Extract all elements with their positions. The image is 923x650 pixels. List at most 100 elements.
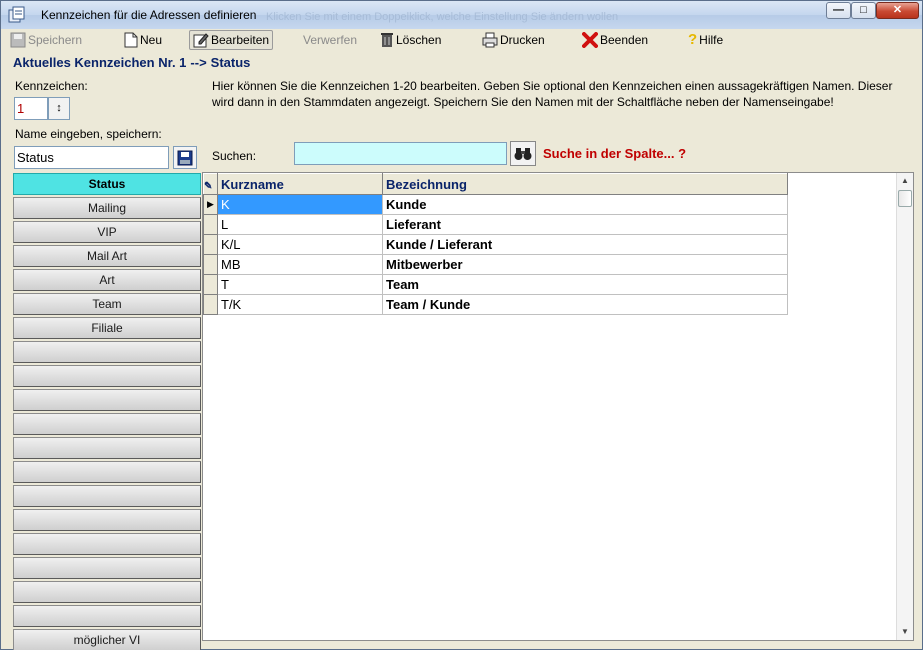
category-button[interactable]: [13, 509, 201, 531]
save-name-button[interactable]: [173, 146, 197, 169]
table-row[interactable]: T/K Team / Kunde: [203, 294, 788, 315]
cell-bezeichnung[interactable]: Team: [382, 274, 788, 295]
delete-label: Löschen: [396, 33, 442, 47]
close-button[interactable]: ✕: [876, 2, 919, 19]
save-toolbar-label: Speichern: [28, 33, 83, 47]
help-label: Hilfe: [699, 33, 724, 47]
printer-icon: [482, 32, 498, 48]
client-area: Speichern Neu Bearbeiten Verwerfen Lösch…: [5, 29, 918, 650]
category-button[interactable]: [13, 437, 201, 459]
app-icon: [8, 6, 25, 23]
category-button[interactable]: [13, 485, 201, 507]
close-icon: ✕: [892, 4, 903, 16]
category-button[interactable]: Status: [13, 173, 201, 195]
category-button[interactable]: VIP: [13, 221, 201, 243]
name-label: Name eingeben, speichern:: [15, 127, 162, 141]
current-row-pointer-icon[interactable]: ▶: [203, 194, 218, 215]
cell-bezeichnung[interactable]: Team / Kunde: [382, 294, 788, 315]
category-button[interactable]: [13, 581, 201, 603]
category-button[interactable]: [13, 557, 201, 579]
scroll-up-arrow-icon[interactable]: ▲: [897, 173, 913, 189]
data-grid: ✎ Kurzname Bezeichnung ▶ K Kunde L Lieferant…: [202, 172, 914, 641]
cell-kurzname[interactable]: K: [217, 194, 383, 215]
category-button[interactable]: Team: [13, 293, 201, 315]
column-header-bezeichnung[interactable]: Bezeichnung: [382, 173, 788, 195]
floppy-disk-icon: [177, 150, 193, 165]
exit-button[interactable]: Beenden: [579, 30, 651, 50]
save-disk-icon: [10, 32, 26, 48]
new-label: Neu: [140, 33, 163, 47]
column-header-kurzname[interactable]: Kurzname: [217, 173, 383, 195]
scrollbar-thumb[interactable]: [898, 190, 912, 207]
title-bar[interactable]: Kennzeichen für die Adressen definieren …: [1, 1, 922, 29]
category-button[interactable]: [13, 605, 201, 627]
help-button[interactable]: ? Hilfe: [685, 30, 726, 50]
maximize-icon: □: [860, 4, 867, 16]
category-button[interactable]: möglicher VI: [13, 629, 201, 650]
category-button[interactable]: [13, 341, 201, 363]
kennzeichen-label: Kennzeichen:: [15, 79, 88, 93]
edit-icon: [193, 33, 209, 48]
cell-bezeichnung[interactable]: Kunde: [382, 194, 788, 215]
new-button[interactable]: Neu: [121, 30, 165, 50]
category-button[interactable]: Art: [13, 269, 201, 291]
current-flag-prefix: Aktuelles Kennzeichen Nr. 1: [13, 55, 187, 70]
info-text: Hier können Sie die Kennzeichen 1-20 bea…: [212, 79, 893, 109]
kennzeichen-number-field[interactable]: 1: [14, 97, 48, 120]
category-button[interactable]: [13, 389, 201, 411]
discard-button[interactable]: Verwerfen: [300, 30, 360, 50]
edit-pencil-icon: ✎: [204, 180, 213, 192]
minimize-icon: —: [833, 4, 844, 16]
category-button[interactable]: [13, 365, 201, 387]
category-button[interactable]: [13, 533, 201, 555]
cell-kurzname[interactable]: T/K: [217, 294, 383, 315]
row-header[interactable]: [203, 234, 218, 255]
cell-kurzname[interactable]: K/L: [217, 234, 383, 255]
cell-kurzname[interactable]: L: [217, 214, 383, 235]
trash-icon: [381, 33, 393, 47]
category-button[interactable]: Mailing: [13, 197, 201, 219]
row-header[interactable]: [203, 294, 218, 315]
cell-bezeichnung[interactable]: Lieferant: [382, 214, 788, 235]
table-row[interactable]: K/L Kunde / Lieferant: [203, 234, 788, 255]
cell-bezeichnung[interactable]: Kunde / Lieferant: [382, 234, 788, 255]
minimize-button[interactable]: —: [826, 2, 851, 19]
delete-button[interactable]: Löschen: [377, 30, 444, 50]
row-header[interactable]: [203, 254, 218, 275]
row-header[interactable]: [203, 274, 218, 295]
row-header[interactable]: [203, 214, 218, 235]
maximize-button[interactable]: □: [851, 2, 876, 19]
cell-kurzname[interactable]: MB: [217, 254, 383, 275]
binoculars-icon: [514, 147, 532, 160]
print-label: Drucken: [500, 33, 545, 47]
search-input[interactable]: [294, 142, 507, 165]
vertical-scrollbar[interactable]: ▲ ▼: [896, 173, 913, 640]
table-row[interactable]: L Lieferant: [203, 214, 788, 235]
cell-bezeichnung[interactable]: Mitbewerber: [382, 254, 788, 275]
category-button[interactable]: Filiale: [13, 317, 201, 339]
search-button[interactable]: [510, 141, 536, 166]
exit-x-icon: [582, 32, 598, 48]
name-input[interactable]: Status: [14, 146, 169, 169]
kennzeichen-spinner: 1 ↕: [14, 97, 72, 121]
exit-label: Beenden: [600, 33, 649, 47]
category-button[interactable]: [13, 461, 201, 483]
current-flag-header: Aktuelles Kennzeichen Nr. 1 --> Status: [13, 55, 250, 70]
grid-corner-cell[interactable]: ✎: [203, 173, 218, 195]
cell-kurzname[interactable]: T: [217, 274, 383, 295]
search-column-hint[interactable]: Suche in der Spalte... ?: [543, 146, 686, 161]
grid-table: ✎ Kurzname Bezeichnung ▶ K Kunde L Lieferant…: [203, 173, 788, 315]
edit-label: Bearbeiten: [211, 33, 270, 47]
scroll-down-arrow-icon[interactable]: ▼: [897, 624, 913, 640]
edit-button[interactable]: Bearbeiten: [189, 30, 274, 50]
category-button[interactable]: [13, 413, 201, 435]
save-toolbar-button[interactable]: Speichern: [7, 30, 85, 50]
print-button[interactable]: Drucken: [479, 30, 548, 50]
kennzeichen-spin-button[interactable]: ↕: [48, 97, 70, 120]
category-button[interactable]: Mail Art: [13, 245, 201, 267]
table-row[interactable]: T Team: [203, 274, 788, 295]
discard-label: Verwerfen: [303, 33, 358, 47]
new-document-icon: [124, 32, 138, 48]
table-row[interactable]: MB Mitbewerber: [203, 254, 788, 275]
table-row[interactable]: ▶ K Kunde: [203, 194, 788, 215]
